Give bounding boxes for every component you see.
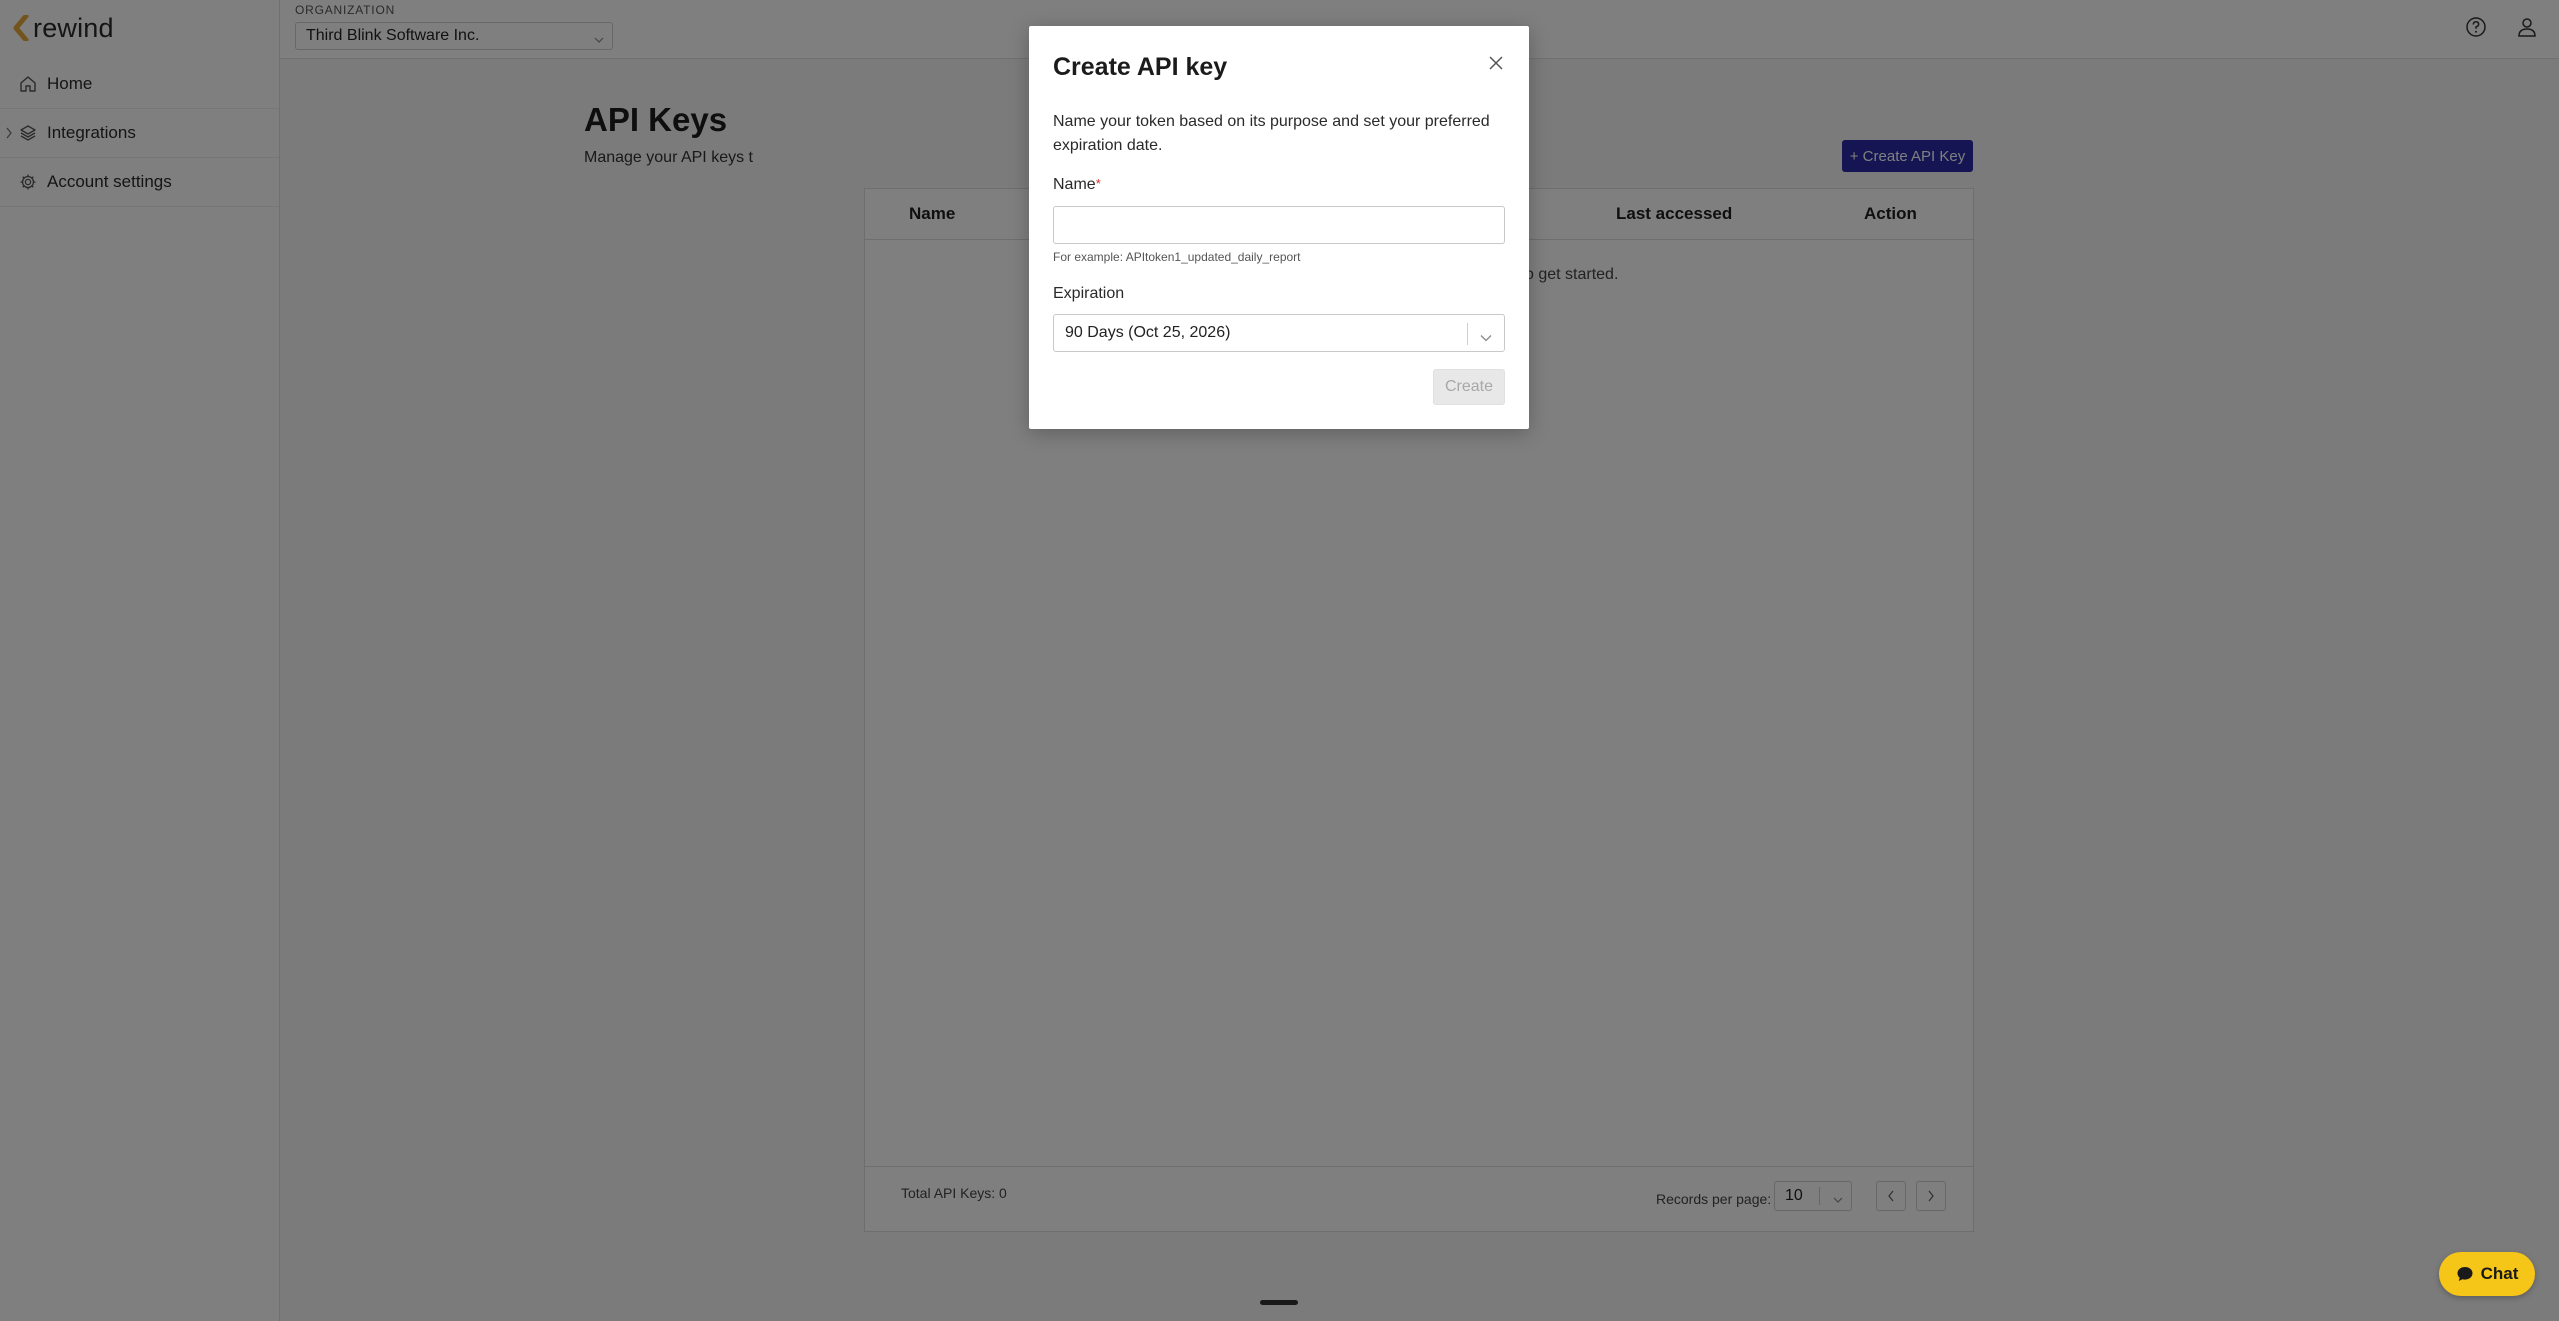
create-button[interactable]: Create [1433, 369, 1505, 405]
modal-title: Create API key [1053, 53, 1228, 81]
chevron-down-icon [1480, 329, 1492, 347]
required-marker: * [1095, 176, 1101, 191]
modal-description: Name your token based on its purpose and… [1053, 113, 1490, 154]
chat-bubble-icon [2457, 1267, 2473, 1281]
app-root: rewind Home Integrations [0, 0, 2559, 1321]
expiration-select-value: 90 Days (Oct 25, 2026) [1065, 324, 1231, 341]
name-field-label: Name* [1053, 176, 1101, 194]
expiration-field-label: Expiration [1053, 285, 1125, 302]
name-label-text: Name [1053, 176, 1096, 193]
chat-label: Chat [2480, 1264, 2519, 1283]
chat-button[interactable]: Chat [2439, 1252, 2535, 1296]
name-helper-text: For example: APItoken1_updated_daily_rep… [1053, 250, 1301, 264]
name-input[interactable] [1053, 206, 1505, 244]
close-icon[interactable] [1485, 52, 1507, 74]
select-separator [1467, 323, 1468, 345]
create-api-key-modal: Create API key Name your token based on … [1029, 26, 1529, 429]
expiration-select[interactable]: 90 Days (Oct 25, 2026) [1053, 314, 1505, 352]
